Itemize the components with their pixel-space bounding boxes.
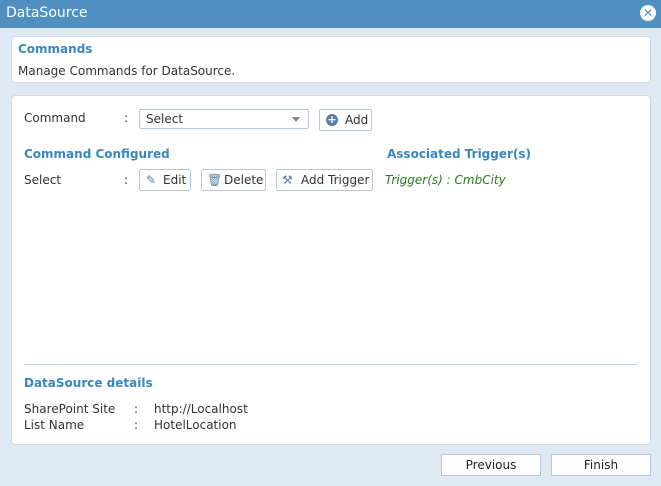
command-colon: : xyxy=(124,111,129,125)
commands-heading: Commands xyxy=(18,42,93,56)
previous-button[interactable]: Previous xyxy=(441,454,541,476)
associated-triggers-heading: Associated Trigger(s) xyxy=(387,147,532,161)
datasource-details-heading: DataSource details xyxy=(24,376,153,390)
command-configured-heading: Command Configured xyxy=(24,147,170,161)
add-command-label: Add xyxy=(345,113,369,127)
window-title: DataSource xyxy=(6,5,88,21)
list-name-label: List Name xyxy=(24,418,85,432)
pencil-icon: ✎ xyxy=(146,173,157,187)
edit-label: Edit xyxy=(163,173,187,187)
command-select[interactable]: Select xyxy=(139,109,309,129)
sharepoint-site-label: SharePoint Site xyxy=(24,402,116,416)
add-command-button[interactable]: + Add xyxy=(319,109,372,131)
finish-button[interactable]: Finish xyxy=(551,454,651,476)
edit-button[interactable]: ✎ Edit xyxy=(139,169,191,191)
chevron-down-icon xyxy=(292,117,300,122)
tools-icon: ⚒ xyxy=(282,173,293,187)
close-icon[interactable]: ✕ xyxy=(640,5,656,21)
list-name-value: HotelLocation xyxy=(154,418,237,432)
divider xyxy=(24,364,638,365)
list-name-colon: : xyxy=(134,418,139,432)
add-trigger-button[interactable]: ⚒ Add Trigger xyxy=(276,169,373,191)
delete-button[interactable]: 🗑 Delete xyxy=(201,169,266,191)
delete-label: Delete xyxy=(224,173,264,187)
configured-command-name: Select xyxy=(24,173,62,187)
command-select-value: Select xyxy=(146,112,184,126)
configured-command-colon: : xyxy=(124,173,129,187)
sharepoint-site-value: http://Localhost xyxy=(154,402,248,416)
command-label: Command xyxy=(24,111,86,125)
add-trigger-label: Add Trigger xyxy=(301,173,370,187)
trash-icon: 🗑 xyxy=(207,173,223,187)
window-titlebar: DataSource ✕ xyxy=(0,0,661,28)
commands-info-panel: Commands Manage Commands for DataSource. xyxy=(11,36,651,83)
sharepoint-site-colon: : xyxy=(134,402,139,416)
commands-description: Manage Commands for DataSource. xyxy=(18,64,236,78)
plus-circle-icon: + xyxy=(326,113,338,126)
trigger-link[interactable]: Trigger(s) : CmbCity xyxy=(385,173,506,187)
